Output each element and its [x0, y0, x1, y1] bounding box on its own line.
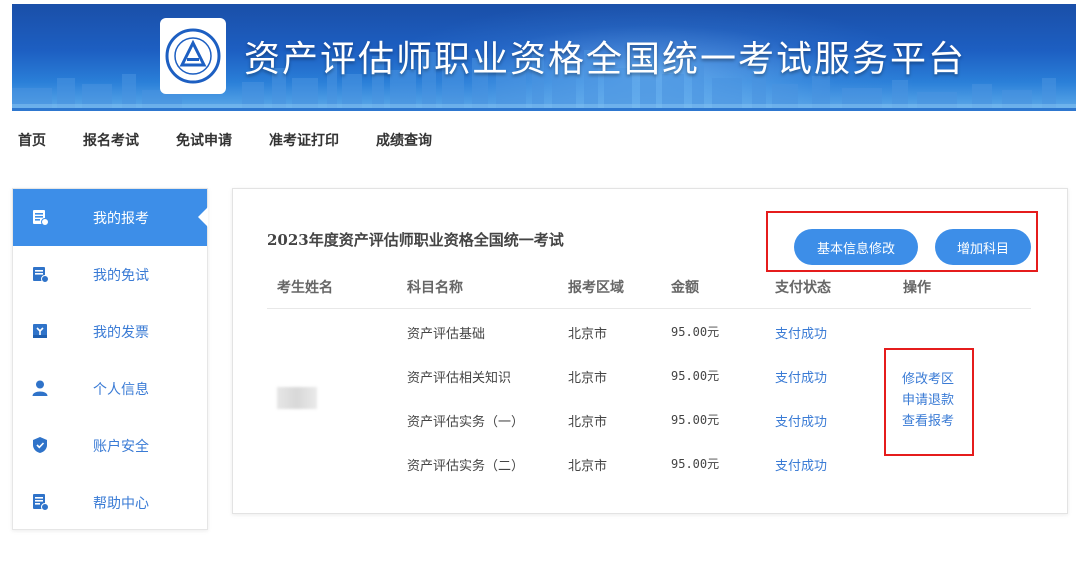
region-cell: 北京市 [568, 415, 608, 430]
sidebar-item-account-security[interactable]: 账户安全 [13, 417, 207, 474]
subject-cell: 资产评估基础 [407, 327, 486, 342]
change-exam-region-link[interactable]: 修改考区 [902, 368, 954, 387]
payment-status-link[interactable]: 支付成功 [775, 411, 827, 430]
sidebar-item-label: 我的发票 [93, 324, 149, 341]
sidebar-item-label: 我的报考 [93, 210, 149, 227]
top-nav: 首页 报名考试 免试申请 准考证打印 成绩查询 [18, 130, 469, 154]
amount-cell: 95.00元 [671, 369, 720, 383]
add-subject-button[interactable]: 增加科目 [935, 229, 1031, 265]
region-cell: 北京市 [568, 371, 608, 386]
payment-status-link[interactable]: 支付成功 [775, 323, 827, 342]
sidebar-item-my-invoice[interactable]: 我的发票 [13, 303, 207, 360]
sidebar-item-my-registration[interactable]: 我的报考 [13, 189, 208, 246]
platform-title: 资产评估师职业资格全国统一考试服务平台 [244, 39, 967, 80]
registration-panel: 2023年度资产评估师职业资格全国统一考试 基本信息修改 增加科目 考生姓名 科… [232, 188, 1068, 514]
sidebar-item-help-center[interactable]: 帮助中心 [13, 474, 207, 531]
sidebar: 我的报考 我的免试 我的发票 个人信息 账户安全 帮助中心 [12, 188, 208, 530]
col-header-operations: 操作 [903, 280, 931, 296]
sidebar-item-label: 我的免试 [93, 267, 149, 284]
subject-cell: 资产评估实务（一） [407, 415, 525, 430]
nav-exemption-application[interactable]: 免试申请 [176, 130, 232, 154]
view-registration-link[interactable]: 查看报考 [902, 410, 954, 429]
association-seal-icon [160, 18, 226, 94]
col-header-region: 报考区域 [568, 280, 624, 296]
amount-cell: 95.00元 [671, 457, 720, 471]
table-header: 考生姓名 科目名称 报考区域 金额 支付状态 操作 [267, 277, 1031, 309]
sidebar-item-personal-info[interactable]: 个人信息 [13, 360, 207, 417]
table-row: 资产评估基础 北京市 95.00元 支付成功 [267, 323, 1031, 345]
col-header-payment-status: 支付状态 [775, 280, 831, 296]
col-header-amount: 金额 [671, 280, 699, 296]
sidebar-item-my-exemption[interactable]: 我的免试 [13, 246, 207, 303]
amount-cell: 95.00元 [671, 413, 720, 427]
help-doc-icon [33, 494, 49, 511]
payment-status-link[interactable]: 支付成功 [775, 455, 827, 474]
region-cell: 北京市 [568, 327, 608, 342]
header-banner: 资产评估师职业资格全国统一考试服务平台 [12, 4, 1076, 108]
sidebar-item-label: 账户安全 [93, 438, 149, 455]
col-header-subject: 科目名称 [407, 280, 463, 296]
table-row: 资产评估实务（二） 北京市 95.00元 支付成功 [267, 455, 1031, 477]
nav-admission-ticket-print[interactable]: 准考证打印 [269, 130, 339, 154]
sidebar-item-label: 个人信息 [93, 381, 149, 398]
user-icon [32, 380, 48, 396]
region-cell: 北京市 [568, 459, 608, 474]
exemption-icon [33, 267, 49, 283]
edit-basic-info-button[interactable]: 基本信息修改 [794, 229, 918, 265]
nav-score-query[interactable]: 成绩查询 [376, 130, 432, 154]
nav-exam-registration[interactable]: 报名考试 [83, 130, 139, 154]
subject-cell: 资产评估相关知识 [407, 371, 512, 386]
candidate-name-redacted [277, 387, 317, 409]
nav-home[interactable]: 首页 [18, 130, 46, 154]
banner-divider [12, 108, 1076, 111]
subject-cell: 资产评估实务（二） [407, 459, 525, 474]
amount-cell: 95.00元 [671, 325, 720, 339]
shield-icon [33, 437, 47, 453]
payment-status-link[interactable]: 支付成功 [775, 367, 827, 386]
exam-title: 2023年度资产评估师职业资格全国统一考试 [267, 231, 564, 249]
col-header-candidate-name: 考生姓名 [277, 280, 333, 296]
exam-list-icon [33, 210, 49, 226]
invoice-icon [33, 324, 47, 338]
apply-refund-link[interactable]: 申请退款 [902, 389, 954, 408]
sidebar-item-label: 帮助中心 [93, 495, 149, 512]
